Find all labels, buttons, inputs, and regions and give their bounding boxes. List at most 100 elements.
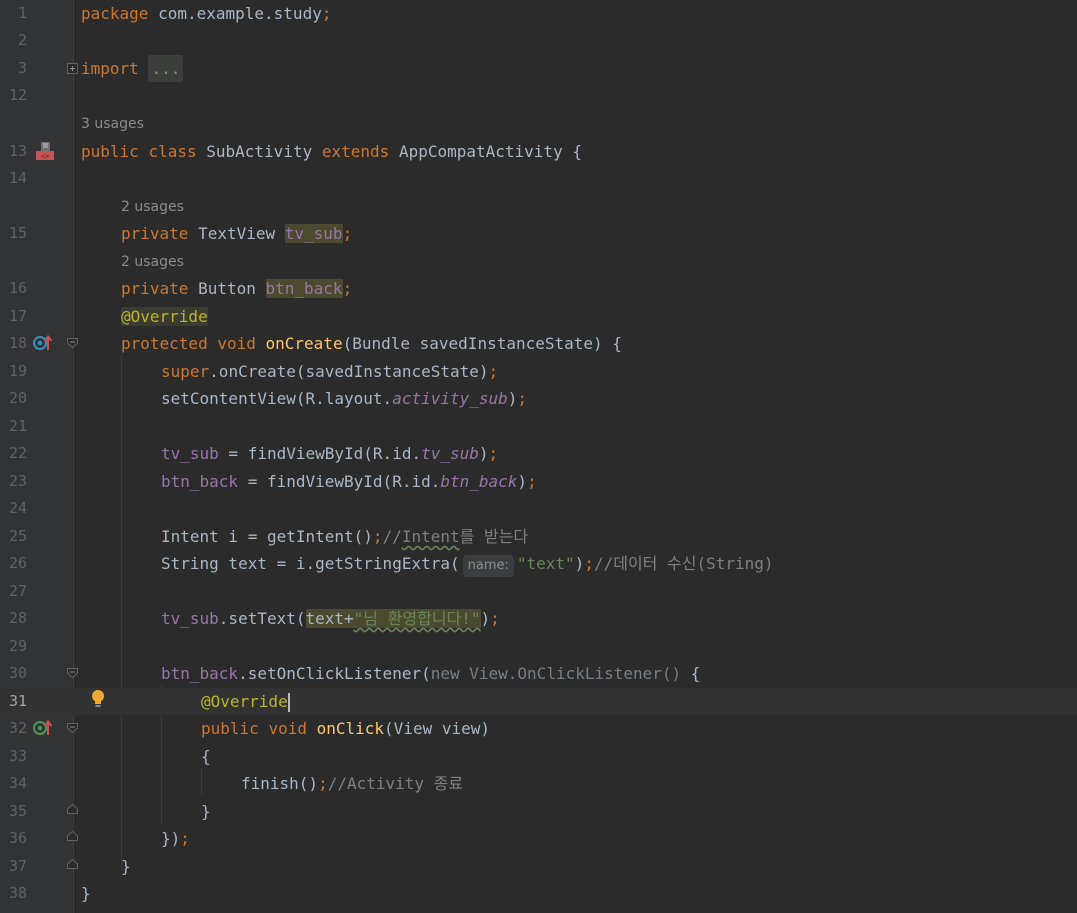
line-number: 1 (17, 4, 27, 22)
line-number: 20 (8, 389, 27, 407)
code-line-1[interactable]: 1 package com.example.study; (0, 0, 1077, 27)
override-method-icon[interactable] (33, 719, 53, 737)
code-text[interactable]: { (201, 743, 211, 770)
code-text[interactable]: setContentView(R.layout.activity_sub); (161, 385, 527, 412)
code-line-19[interactable]: 19 super.onCreate(savedInstanceState); (0, 358, 1077, 385)
code-line-13[interactable]: 13 public class SubActivity extends AppC… (0, 138, 1077, 165)
code-text[interactable]: package com.example.study; (81, 0, 331, 27)
code-line-36[interactable]: 36 }); (0, 825, 1077, 852)
code-text[interactable]: tv_sub = findViewById(R.id.tv_sub); (161, 440, 498, 467)
parameter-name-hint: name: (462, 555, 514, 577)
code-line-14[interactable]: 14 (0, 165, 1077, 192)
code-text[interactable]: protected void onCreate(Bundle savedInst… (121, 330, 622, 357)
line-number: 37 (8, 857, 27, 875)
code-text[interactable]: tv_sub.setText(text+"님 환영합니다!"); (161, 605, 500, 632)
code-text[interactable]: import ... (81, 55, 184, 82)
line-number: 34 (8, 774, 27, 792)
code-text[interactable]: @Override (121, 303, 208, 330)
line-number: 28 (8, 609, 27, 627)
line-number: 33 (8, 747, 27, 765)
intention-bulb-icon[interactable] (90, 689, 106, 709)
line-number: 17 (8, 307, 27, 325)
collapse-fold-icon[interactable] (67, 668, 78, 678)
collapse-fold-icon[interactable] (67, 338, 78, 348)
code-line-16[interactable]: 16 private Button btn_back; (0, 275, 1077, 302)
code-text[interactable]: } (121, 853, 131, 880)
svg-text:<>: <> (41, 153, 49, 161)
code-line-32[interactable]: 32 public void onClick(View view) (0, 715, 1077, 742)
code-line-2[interactable]: 2 (0, 27, 1077, 54)
fold-end-icon[interactable] (67, 831, 78, 841)
line-number: 31 (8, 692, 27, 710)
code-line-28[interactable]: 28 tv_sub.setText(text+"님 환영합니다!"); (0, 605, 1077, 632)
code-text[interactable]: @Override (201, 688, 290, 715)
code-text[interactable]: btn_back = findViewById(R.id.btn_back); (161, 468, 537, 495)
code-text[interactable]: Intent i = getIntent();//Intent를 받는다 (161, 523, 528, 550)
line-number: 38 (8, 884, 27, 902)
code-line-18[interactable]: 18 protected void onCreate(Bundle savedI… (0, 330, 1077, 357)
usages-hint[interactable]: 2 usages (121, 252, 184, 272)
line-number: 29 (8, 637, 27, 655)
code-line-15[interactable]: 15 private TextView tv_sub; (0, 220, 1077, 247)
code-line-17[interactable]: 17 @Override (0, 303, 1077, 330)
code-text[interactable]: } (201, 798, 211, 825)
line-number: 22 (8, 444, 27, 462)
line-number: 35 (8, 802, 27, 820)
line-number: 30 (8, 664, 27, 682)
code-line-35[interactable]: 35 } (0, 798, 1077, 825)
code-line-3[interactable]: 3 import ... (0, 55, 1077, 82)
code-line-34[interactable]: 34 finish();//Activity 종료 (0, 770, 1077, 797)
line-number: 19 (8, 362, 27, 380)
code-line-21[interactable]: 21 (0, 413, 1077, 440)
code-line-22[interactable]: 22 tv_sub = findViewById(R.id.tv_sub); (0, 440, 1077, 467)
fold-end-icon[interactable] (67, 804, 78, 814)
line-number: 18 (8, 334, 27, 352)
code-line-31[interactable]: 31 @Override (0, 688, 1077, 715)
line-number: 2 (17, 31, 27, 49)
line-number: 12 (8, 86, 27, 104)
code-line-23[interactable]: 23 btn_back = findViewById(R.id.btn_back… (0, 468, 1077, 495)
line-number: 27 (8, 582, 27, 600)
code-text[interactable]: finish();//Activity 종료 (241, 770, 463, 797)
code-text[interactable]: private TextView tv_sub; (121, 220, 352, 247)
code-line-29[interactable]: 29 (0, 633, 1077, 660)
android-activity-icon[interactable]: <> (34, 140, 56, 162)
line-number: 13 (8, 142, 27, 160)
code-text[interactable]: }); (161, 825, 190, 852)
code-line-37[interactable]: 37 } (0, 853, 1077, 880)
line-number: 32 (8, 719, 27, 737)
code-line-38[interactable]: 38 } (0, 880, 1077, 907)
folded-imports[interactable]: ... (148, 55, 184, 82)
line-number: 24 (8, 499, 27, 517)
code-text[interactable]: private Button btn_back; (121, 275, 352, 302)
code-text[interactable]: String text = i.getStringExtra(name: "tex… (161, 550, 774, 577)
code-line-26[interactable]: 26 String text = i.getStringExtra(name: "… (0, 550, 1077, 577)
code-text[interactable]: public void onClick(View view) (201, 715, 490, 742)
override-method-icon[interactable] (33, 334, 53, 352)
line-number: 3 (17, 59, 27, 77)
code-line-20[interactable]: 20 setContentView(R.layout.activity_sub)… (0, 385, 1077, 412)
code-line-24[interactable]: 24 (0, 495, 1077, 522)
code-text[interactable]: super.onCreate(savedInstanceState); (161, 358, 498, 385)
line-number: 25 (8, 527, 27, 545)
code-line-27[interactable]: 27 (0, 578, 1077, 605)
code-text[interactable]: btn_back.setOnClickListener(new View.OnC… (161, 660, 700, 687)
fold-end-icon[interactable] (67, 859, 78, 869)
line-number: 23 (8, 472, 27, 490)
code-text[interactable]: public class SubActivity extends AppComp… (81, 138, 582, 165)
code-line-30[interactable]: 30 btn_back.setOnClickListener(new View.… (0, 660, 1077, 687)
expand-fold-icon[interactable] (67, 63, 78, 74)
text-caret (287, 693, 290, 712)
code-line-12[interactable]: 12 (0, 82, 1077, 109)
code-text[interactable]: } (81, 880, 91, 907)
usages-hint[interactable]: 3 usages (81, 114, 144, 134)
code-line-33[interactable]: 33 { (0, 743, 1077, 770)
line-number: 16 (8, 279, 27, 297)
code-editor[interactable]: 1 package com.example.study; 2 3 import … (0, 0, 1077, 913)
line-number: 15 (8, 224, 27, 242)
line-number: 14 (8, 169, 27, 187)
usages-hint[interactable]: 2 usages (121, 197, 184, 217)
line-number: 36 (8, 829, 27, 847)
code-line-25[interactable]: 25 Intent i = getIntent();//Intent를 받는다 (0, 523, 1077, 550)
collapse-fold-icon[interactable] (67, 723, 78, 733)
